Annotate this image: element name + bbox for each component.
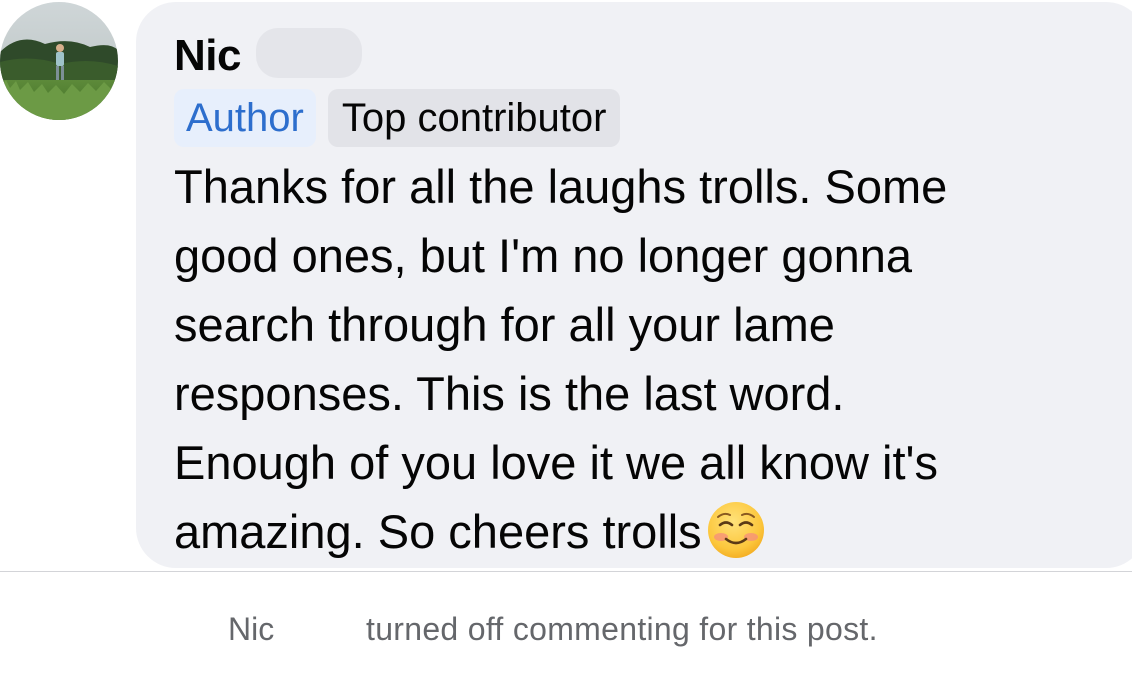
commenting-off-notice: turned off commenting for this post. — [366, 611, 878, 647]
author-badges: Author Top contributor — [174, 89, 621, 147]
top-contributor-badge[interactable]: Top contributor — [327, 89, 621, 147]
comment-text: Thanks for all the laughs trolls. Some g… — [174, 160, 948, 558]
divider — [0, 571, 1132, 572]
smiling-face-with-blush-emoji — [706, 500, 766, 560]
comment-view: Nic Author Top contributor Thanks for al… — [0, 0, 1132, 685]
author-badge: Author — [174, 89, 316, 147]
footer-author-name[interactable]: Nic — [228, 610, 274, 648]
avatar[interactable] — [0, 2, 118, 120]
comment-body: Thanks for all the laughs trolls. Some g… — [174, 152, 1124, 566]
avatar-photo — [0, 2, 118, 120]
redacted-surname — [256, 28, 362, 78]
comment-author-name[interactable]: Nic — [174, 30, 241, 82]
